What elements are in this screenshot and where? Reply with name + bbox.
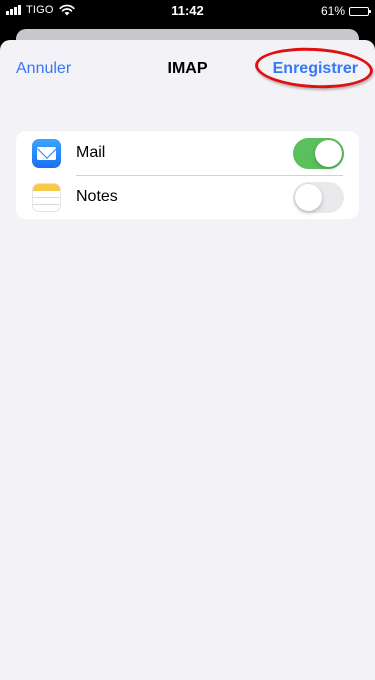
battery-percent: 61%: [320, 4, 345, 18]
battery-icon: [349, 6, 371, 16]
notes-icon: [32, 182, 61, 212]
mail-icon: [32, 138, 61, 168]
status-time: 11:42: [171, 3, 204, 18]
notes-label: Notes: [76, 188, 118, 205]
imap-sheet: Annuler IMAP Enregistrer Mail Notes: [0, 40, 375, 680]
toggle-knob: [295, 183, 322, 211]
mail-toggle[interactable]: [293, 137, 344, 169]
settings-row-mail: Mail: [16, 131, 359, 175]
status-right: 61%: [320, 4, 371, 18]
settings-row-notes: Notes: [16, 175, 359, 219]
mail-label: Mail: [76, 144, 106, 161]
status-bar: TIGO 11:42 61%: [0, 0, 375, 22]
save-button[interactable]: Enregistrer: [273, 60, 358, 78]
toggle-knob: [315, 139, 342, 167]
navigation-bar: Annuler IMAP Enregistrer: [0, 40, 375, 96]
notes-toggle[interactable]: [293, 181, 344, 213]
settings-group: Mail Notes: [16, 131, 359, 219]
